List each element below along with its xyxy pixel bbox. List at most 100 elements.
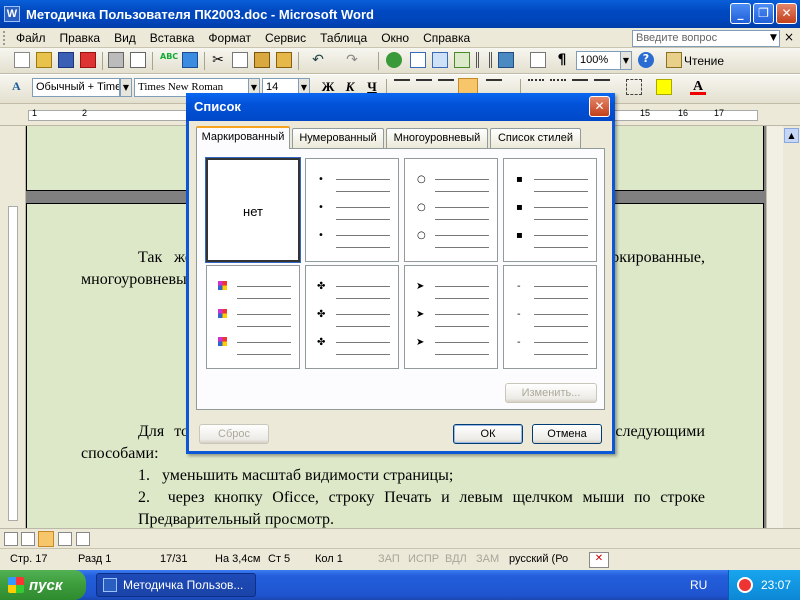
cut-icon[interactable]: ✂: [210, 52, 226, 68]
menu-insert[interactable]: Вставка: [143, 31, 202, 45]
spelling-icon[interactable]: ABC: [160, 52, 178, 68]
bullet-option-filled-circle[interactable]: • • •: [305, 158, 399, 262]
columns-icon[interactable]: [476, 52, 492, 68]
style-combo[interactable]: Обычный + Time: [32, 78, 120, 97]
insert-table-icon[interactable]: [432, 52, 448, 68]
taskbar-item-word[interactable]: Методичка Пользов...: [96, 573, 256, 597]
bullet-four-diamond-icon: ✤: [317, 337, 326, 348]
modify-button[interactable]: Изменить...: [505, 383, 597, 403]
bullet-circle-icon: •: [318, 230, 324, 241]
print-preview-icon[interactable]: [130, 52, 146, 68]
status-bar: Стр. 17 Разд 1 17/31 На 3,4см Ст 5 Кол 1…: [0, 548, 800, 570]
highlight-icon[interactable]: [656, 79, 672, 95]
tab-list-styles[interactable]: Список стилей: [490, 128, 581, 148]
menu-table[interactable]: Таблица: [313, 31, 374, 45]
read-mode-icon[interactable]: [666, 52, 682, 68]
tab-numbered[interactable]: Нумерованный: [292, 128, 384, 148]
restore-button[interactable]: ❐: [753, 3, 774, 24]
vertical-scrollbar-right[interactable]: ▲: [783, 126, 800, 528]
menu-window[interactable]: Окно: [374, 31, 416, 45]
status-extend[interactable]: ВДЛ: [445, 553, 467, 565]
horizontal-scrollbar[interactable]: [0, 528, 800, 548]
insert-excel-icon[interactable]: [454, 52, 470, 68]
status-overtype[interactable]: ЗАМ: [476, 553, 499, 565]
bullet-option-picture[interactable]: [206, 265, 300, 369]
menu-view[interactable]: Вид: [107, 31, 143, 45]
open-folder-icon[interactable]: [36, 52, 52, 68]
reset-button[interactable]: Сброс: [199, 424, 269, 444]
ok-button[interactable]: ОК: [453, 424, 523, 444]
scroll-up-icon[interactable]: ▲: [784, 128, 799, 143]
bullet-arrow-icon: ➤: [416, 337, 425, 348]
outline-view-icon[interactable]: [58, 532, 72, 546]
taskbar: пуск Методичка Пользов... RU 23:07: [0, 570, 800, 600]
show-hide-marks-icon[interactable]: ¶: [554, 52, 570, 68]
read-mode-label[interactable]: Чтение: [684, 54, 724, 68]
zoom-combo[interactable]: 100%: [576, 51, 624, 70]
menu-bar: Файл Правка Вид Вставка Формат Сервис Та…: [0, 28, 800, 48]
vertical-scrollbar[interactable]: [766, 126, 783, 528]
menu-format[interactable]: Формат: [201, 31, 258, 45]
redo-icon[interactable]: ↷: [344, 52, 360, 68]
save-icon[interactable]: [58, 52, 74, 68]
close-document-icon[interactable]: ×: [784, 30, 794, 44]
status-column: Кол 1: [315, 553, 343, 565]
help-question-input[interactable]: Введите вопрос: [632, 30, 780, 47]
paste-icon[interactable]: [254, 52, 270, 68]
help-dropdown-icon[interactable]: ▼: [767, 30, 780, 47]
bullet-option-arrow[interactable]: ➤ ➤ ➤: [404, 265, 498, 369]
menu-file[interactable]: Файл: [9, 31, 53, 45]
menu-edit[interactable]: Правка: [53, 31, 108, 45]
reading-view-icon[interactable]: [76, 532, 90, 546]
tray-app-icon[interactable]: [737, 577, 753, 593]
dialog-close-button[interactable]: ✕: [589, 96, 610, 117]
bullet-option-hollow-circle[interactable]: ○ ○ ○: [404, 158, 498, 262]
ruler-mark-17: 17: [714, 108, 725, 118]
spelling-status-icon[interactable]: ✕: [589, 552, 609, 568]
borders-icon[interactable]: [626, 79, 642, 95]
format-painter-icon[interactable]: [276, 52, 292, 68]
dialog-title: Список: [186, 93, 615, 121]
tables-borders-icon[interactable]: [410, 52, 426, 68]
cancel-button[interactable]: Отмена: [532, 424, 602, 444]
start-button[interactable]: пуск: [0, 570, 86, 600]
bullet-picture-icon: [218, 281, 227, 290]
window-title: Методичка Пользователя ПК2003.doc - Micr…: [26, 6, 374, 22]
ruler-mark-2: 2: [82, 108, 88, 118]
status-track-changes[interactable]: ИСПР: [408, 553, 439, 565]
tab-bulleted[interactable]: Маркированный: [196, 126, 290, 149]
bullet-arrow-icon: ➤: [416, 281, 425, 292]
bullet-option-four-diamond[interactable]: ✤ ✤ ✤: [305, 265, 399, 369]
menu-help[interactable]: Справка: [416, 31, 477, 45]
new-document-icon[interactable]: [14, 52, 30, 68]
zoom-dropdown-icon[interactable]: ▼: [620, 51, 632, 70]
status-record[interactable]: ЗАП: [378, 553, 400, 565]
menu-tools[interactable]: Сервис: [258, 31, 313, 45]
ruler-mark-16: 16: [678, 108, 689, 118]
undo-icon[interactable]: ↶: [310, 52, 326, 68]
hyperlink-icon[interactable]: [386, 52, 402, 68]
normal-view-icon[interactable]: [4, 532, 18, 546]
language-indicator[interactable]: RU: [690, 578, 707, 592]
bullet-none-label: нет: [243, 204, 263, 219]
web-view-icon[interactable]: [21, 532, 35, 546]
copy-icon[interactable]: [232, 52, 248, 68]
font-color-icon[interactable]: A: [690, 79, 706, 95]
styles-formatting-icon[interactable]: A: [12, 79, 28, 95]
document-map-icon[interactable]: [530, 52, 546, 68]
print-layout-view-icon[interactable]: [38, 531, 54, 547]
drawing-icon[interactable]: [498, 52, 514, 68]
permission-icon[interactable]: [80, 52, 96, 68]
close-window-button[interactable]: ✕: [776, 3, 797, 24]
minimize-button[interactable]: _: [730, 3, 751, 24]
research-icon[interactable]: [182, 52, 198, 68]
status-language[interactable]: русский (Ро: [509, 553, 568, 565]
style-dropdown-icon[interactable]: ▼: [120, 78, 132, 97]
bullet-option-square[interactable]: ▪ ▪ ▪: [503, 158, 597, 262]
bullet-circle-icon: •: [318, 202, 324, 213]
print-icon[interactable]: [108, 52, 124, 68]
bullet-option-none[interactable]: нет: [205, 157, 301, 263]
help-icon[interactable]: ?: [638, 52, 654, 68]
tab-outline-numbered[interactable]: Многоуровневый: [386, 128, 488, 148]
bullet-option-dash[interactable]: - - -: [503, 265, 597, 369]
